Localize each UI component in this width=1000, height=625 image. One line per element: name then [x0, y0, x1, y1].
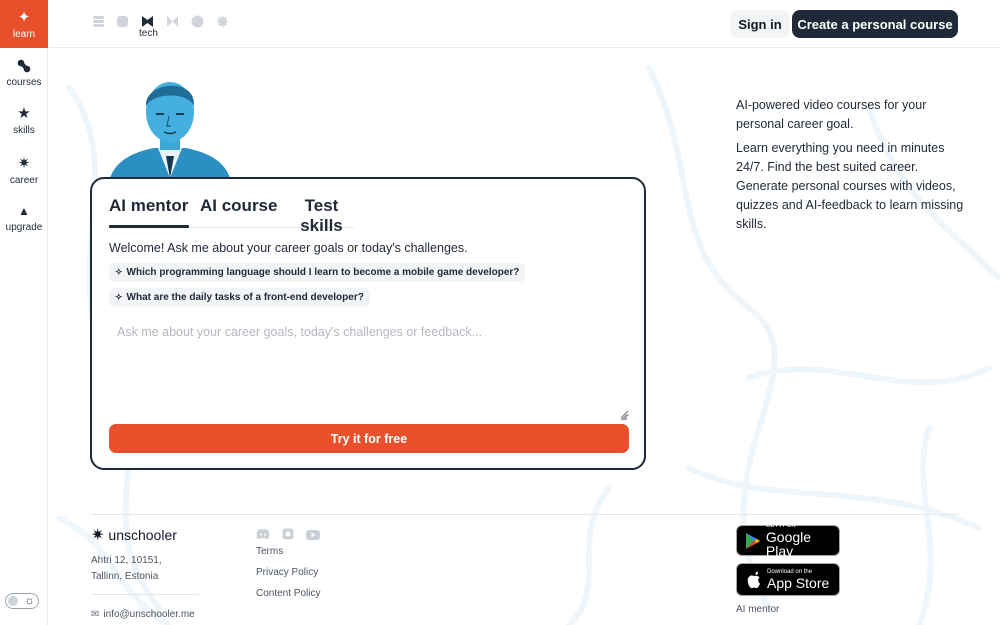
sparkle-icon: ✧: [115, 292, 123, 302]
footer-email[interactable]: ✉ info@unschooler.me: [91, 609, 195, 620]
top-header: tech Sign in Create a personal course: [49, 0, 1000, 48]
apple-icon: [741, 571, 767, 589]
tab-ai-course[interactable]: AI course: [200, 196, 277, 216]
google-play-icon: [741, 532, 766, 550]
store-name: Google Play: [765, 529, 812, 559]
sparkle-icon: ✧: [115, 267, 123, 277]
footer-link-ai-mentor[interactable]: AI mentor: [736, 604, 779, 615]
suggestion-text: Which programming language should I lear…: [126, 267, 520, 278]
footer-link-terms[interactable]: Terms: [256, 546, 283, 557]
product-description: AI-powered video courses for your person…: [736, 96, 966, 234]
youtube-icon[interactable]: [306, 527, 320, 540]
discord-icon[interactable]: [256, 527, 270, 539]
welcome-message: Welcome! Ask me about your career goals …: [109, 241, 468, 255]
brand-name: unschooler: [108, 527, 177, 543]
topic-icon-6[interactable]: [215, 14, 229, 28]
sidebar-item-career[interactable]: ✷ career: [0, 146, 48, 194]
sidebar-item-learn[interactable]: ✦ learn: [0, 0, 48, 48]
suggestion-chip[interactable]: ✧ Which programming language should I le…: [109, 263, 526, 282]
description-tagline: AI-powered video courses for your person…: [736, 98, 927, 131]
sidebar-item-label: upgrade: [5, 221, 43, 233]
left-sidebar: ✦ learn courses ★ skills ✷ career ▲ upgr…: [0, 0, 48, 625]
resize-grip-icon[interactable]: ◢: [620, 411, 627, 422]
signin-button[interactable]: Sign in: [730, 10, 790, 38]
footer-brand[interactable]: ✷ unschooler: [91, 525, 177, 545]
address-line: Tallinn, Estonia: [91, 571, 159, 582]
envelope-icon: ✉: [91, 609, 100, 620]
theme-toggle[interactable]: ☼: [5, 593, 39, 609]
courses-icon: [17, 57, 31, 75]
try-free-button[interactable]: Try it for free: [109, 424, 629, 453]
unschooler-logo-icon: ✷: [91, 527, 105, 544]
topic-label: tech: [139, 28, 158, 39]
footer-link-privacy[interactable]: Privacy Policy: [256, 567, 318, 578]
topic-icon-tech[interactable]: [140, 14, 154, 28]
topic-icon-4[interactable]: [165, 14, 179, 28]
triangle-icon: ▲: [18, 203, 30, 218]
google-play-badge[interactable]: GET IT ON Google Play: [736, 523, 840, 559]
topic-icon-1[interactable]: [91, 14, 105, 28]
topic-icon-5[interactable]: [190, 14, 204, 28]
sidebar-item-label: courses: [6, 76, 42, 88]
sidebar-item-label: skills: [13, 124, 35, 136]
footer-link-content-policy[interactable]: Content Policy: [256, 588, 320, 599]
sidebar-item-courses[interactable]: courses: [0, 48, 48, 96]
sidebar-item-label: learn: [12, 28, 36, 40]
address-line: Ahtri 12, 10151,: [91, 555, 162, 566]
store-name: App Store: [767, 575, 830, 591]
chat-input[interactable]: [109, 319, 629, 419]
sidebar-item-upgrade[interactable]: ▲ upgrade: [0, 193, 48, 241]
email-text: info@unschooler.me: [103, 609, 195, 620]
address-divider: [91, 594, 199, 595]
suggestion-chip[interactable]: ✧ What are the daily tasks of a front-en…: [109, 288, 370, 307]
sidebar-item-label: career: [9, 174, 39, 186]
mentor-card: AI mentor AI course Test skills Welcome!…: [90, 177, 646, 470]
app-store-badge[interactable]: Download on the App Store: [736, 563, 840, 596]
description-body: Learn everything you need in minutes 24/…: [736, 141, 964, 231]
sparkle-icon: ✦: [17, 9, 31, 26]
mentor-portrait: [110, 82, 230, 178]
footer-divider: [90, 514, 959, 515]
mode-tabs: AI mentor AI course Test skills: [109, 196, 354, 235]
star-icon: ★: [17, 105, 31, 122]
topic-icon-2[interactable]: [115, 14, 129, 28]
suggestion-text: What are the daily tasks of a front-end …: [126, 292, 364, 303]
create-course-button[interactable]: Create a personal course: [792, 10, 958, 38]
sun-icon: ☼: [24, 593, 35, 607]
toggle-knob: [8, 596, 18, 606]
footer-address: Ahtri 12, 10151, Tallinn, Estonia: [91, 553, 201, 585]
sidebar-item-skills[interactable]: ★ skills: [0, 96, 48, 144]
burst-icon: ✷: [17, 155, 31, 172]
tab-test-skills[interactable]: Test skills: [289, 196, 354, 236]
instagram-icon[interactable]: [282, 527, 296, 540]
tab-ai-mentor[interactable]: AI mentor: [109, 196, 190, 228]
